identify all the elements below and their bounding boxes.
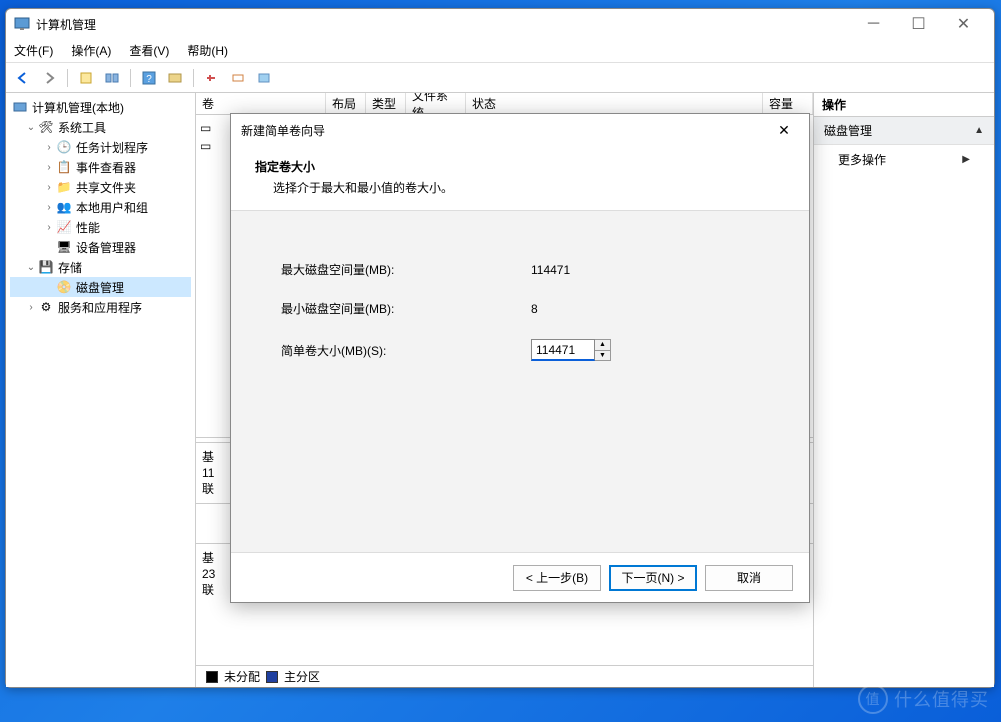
tree-perf[interactable]: ›📈性能 <box>10 217 191 237</box>
dialog-titlebar: 新建简单卷向导 ✕ <box>231 114 809 146</box>
help-button[interactable]: ? <box>138 67 160 89</box>
menu-view[interactable]: 查看(V) <box>129 42 169 59</box>
cancel-button[interactable]: 取消 <box>705 565 793 591</box>
spinner-down-button[interactable]: ▼ <box>595 351 610 361</box>
tree-devmgr[interactable]: 🖥设备管理器 <box>10 237 191 257</box>
tree-task[interactable]: ›🕒任务计划程序 <box>10 137 191 157</box>
watermark-icon: 值 <box>858 684 888 714</box>
size-spinner: ▲ ▼ <box>531 339 611 361</box>
minimize-button[interactable]: ─ <box>851 9 896 39</box>
legend-primary-icon <box>266 671 278 683</box>
back-button[interactable] <box>12 67 34 89</box>
expand-icon[interactable]: › <box>42 142 56 153</box>
drive-icon: ▭ <box>200 121 211 135</box>
titlebar: 计算机管理 ─ ☐ ✕ <box>6 9 994 39</box>
tree-diskmgmt[interactable]: 📀磁盘管理 <box>10 277 191 297</box>
tree-services[interactable]: ›⚙服务和应用程序 <box>10 297 191 317</box>
menubar: 文件(F) 操作(A) 查看(V) 帮助(H) <box>6 39 994 63</box>
toolbar-icon[interactable] <box>101 67 123 89</box>
clock-icon: 🕒 <box>56 139 72 155</box>
dialog-header: 指定卷大小 选择介于最大和最小值的卷大小。 <box>231 146 809 211</box>
toolbar-icon[interactable] <box>253 67 275 89</box>
max-space-value: 114471 <box>531 263 570 277</box>
collapse-icon: ▲ <box>974 125 984 136</box>
min-space-value: 8 <box>531 302 538 316</box>
tools-icon: 🛠 <box>38 119 54 135</box>
tree-storage[interactable]: ⌄💾存储 <box>10 257 191 277</box>
size-label: 简单卷大小(MB)(S): <box>281 342 531 359</box>
legend: 未分配 主分区 <box>196 665 813 687</box>
services-icon: ⚙ <box>38 299 54 315</box>
expand-icon: ▶ <box>962 154 970 165</box>
forward-button[interactable] <box>38 67 60 89</box>
size-input[interactable] <box>531 339 595 361</box>
tree-panel: 计算机管理(本地) ⌄ 🛠 系统工具 ›🕒任务计划程序 ›📋事件查看器 ›📁共享… <box>6 93 196 687</box>
actions-panel: 操作 磁盘管理 ▲ 更多操作 ▶ <box>814 93 994 687</box>
min-space-label: 最小磁盘空间量(MB): <box>281 300 531 317</box>
tree-systools[interactable]: ⌄ 🛠 系统工具 <box>10 117 191 137</box>
dialog-heading: 指定卷大小 <box>255 158 785 175</box>
expand-icon[interactable]: › <box>42 162 56 173</box>
window-title: 计算机管理 <box>36 16 851 33</box>
drive-icon: ▭ <box>200 139 211 153</box>
col-status[interactable]: 状态 <box>466 93 763 114</box>
toolbar-icon[interactable] <box>201 67 223 89</box>
tree-users[interactable]: ›👥本地用户和组 <box>10 197 191 217</box>
close-button[interactable]: ✕ <box>941 9 986 39</box>
watermark: 值 什么值得买 <box>858 684 989 714</box>
actions-more[interactable]: 更多操作 ▶ <box>814 145 994 174</box>
event-icon: 📋 <box>56 159 72 175</box>
computer-icon <box>12 99 28 115</box>
legend-unalloc-icon <box>206 671 218 683</box>
expand-icon[interactable]: › <box>42 202 56 213</box>
wizard-dialog: 新建简单卷向导 ✕ 指定卷大小 选择介于最大和最小值的卷大小。 最大磁盘空间量(… <box>230 113 810 603</box>
dialog-body: 最大磁盘空间量(MB): 114471 最小磁盘空间量(MB): 8 简单卷大小… <box>231 211 809 552</box>
disk-icon: 📀 <box>56 279 72 295</box>
tree-share[interactable]: ›📁共享文件夹 <box>10 177 191 197</box>
maximize-button[interactable]: ☐ <box>896 9 941 39</box>
col-layout[interactable]: 布局 <box>326 93 366 114</box>
col-cap[interactable]: 容量 <box>763 93 813 114</box>
dialog-footer: < 上一步(B) 下一页(N) > 取消 <box>231 552 809 602</box>
menu-help[interactable]: 帮助(H) <box>187 42 228 59</box>
toolbar-icon[interactable] <box>227 67 249 89</box>
column-header: 卷 布局 类型 文件系统 状态 容量 <box>196 93 813 115</box>
toolbar: ? <box>6 63 994 93</box>
device-icon: 🖥 <box>56 239 72 255</box>
dialog-subheading: 选择介于最大和最小值的卷大小。 <box>255 179 785 196</box>
dialog-title: 新建简单卷向导 <box>241 122 769 139</box>
spinner-up-button[interactable]: ▲ <box>595 340 610 351</box>
svg-text:?: ? <box>146 74 152 85</box>
dialog-close-button[interactable]: ✕ <box>769 116 799 144</box>
actions-section[interactable]: 磁盘管理 ▲ <box>814 117 994 145</box>
users-icon: 👥 <box>56 199 72 215</box>
folder-icon: 📁 <box>56 179 72 195</box>
back-button[interactable]: < 上一步(B) <box>513 565 601 591</box>
toolbar-icon[interactable] <box>75 67 97 89</box>
menu-file[interactable]: 文件(F) <box>14 42 53 59</box>
col-fs[interactable]: 文件系统 <box>406 93 466 114</box>
perf-icon: 📈 <box>56 219 72 235</box>
storage-icon: 💾 <box>38 259 54 275</box>
tree-event[interactable]: ›📋事件查看器 <box>10 157 191 177</box>
col-volume[interactable]: 卷 <box>196 93 326 114</box>
next-button[interactable]: 下一页(N) > <box>609 565 697 591</box>
col-type[interactable]: 类型 <box>366 93 406 114</box>
collapse-icon[interactable]: ⌄ <box>24 262 38 273</box>
tree-root[interactable]: 计算机管理(本地) <box>10 97 191 117</box>
actions-header: 操作 <box>814 93 994 117</box>
app-icon <box>14 16 30 32</box>
collapse-icon[interactable]: ⌄ <box>24 122 38 133</box>
expand-icon[interactable]: › <box>42 182 56 193</box>
toolbar-icon[interactable] <box>164 67 186 89</box>
menu-action[interactable]: 操作(A) <box>71 42 111 59</box>
expand-icon[interactable]: › <box>24 302 38 313</box>
expand-icon[interactable]: › <box>42 222 56 233</box>
max-space-label: 最大磁盘空间量(MB): <box>281 261 531 278</box>
